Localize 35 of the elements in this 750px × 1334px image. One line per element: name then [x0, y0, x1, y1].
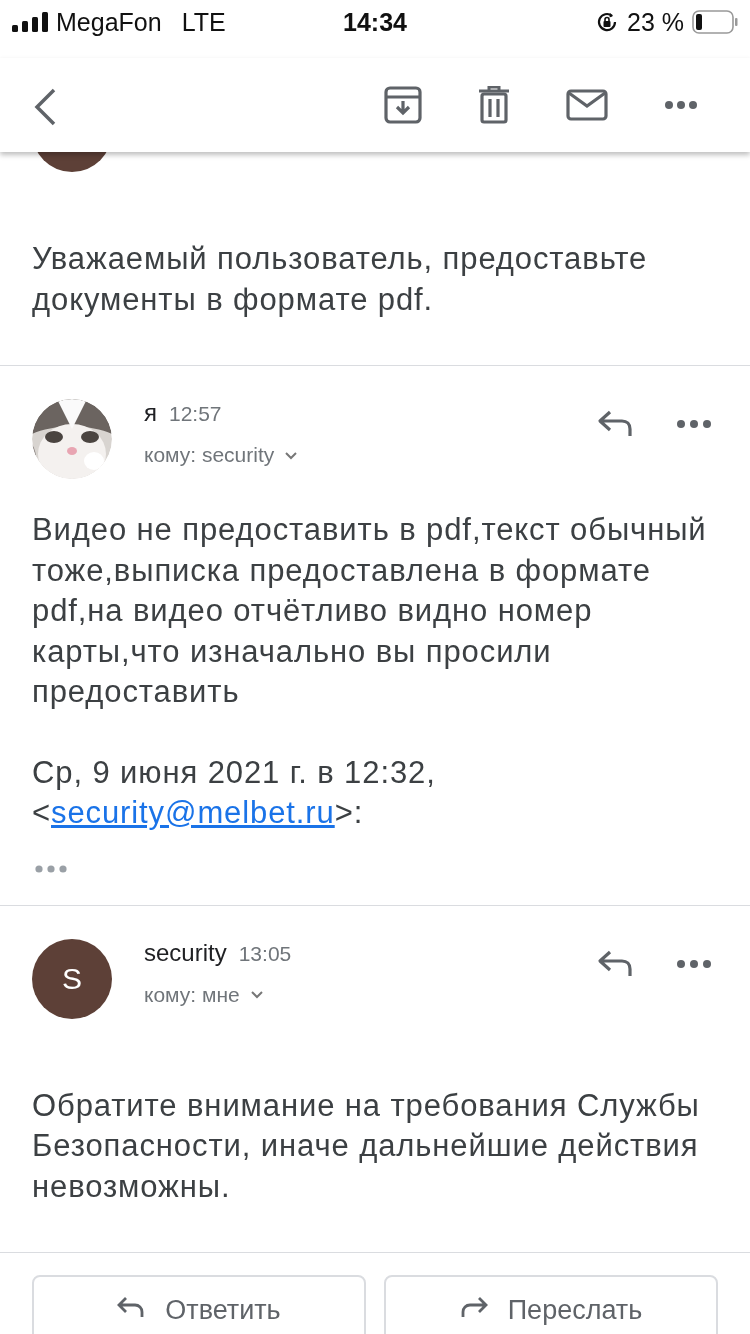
quote-sender: < — [32, 795, 51, 830]
message-text: Видео не предоставить в pdf,текст обычный тоже,выписка предоставлена в формате pdf,на видео отчётливо видно номер карты,что изначально вы просили предоставить — [32, 511, 708, 711]
message-time: 13:05 — [238, 941, 292, 966]
message-text: Обратите внимание на требования Службы Безопасности, иначе дальнейшие действия невозможны. — [32, 1086, 701, 1206]
network-type: LTE — [181, 7, 226, 37]
show-trimmed-icon[interactable] — [34, 863, 68, 874]
recipient-dropdown[interactable]: кому: security — [144, 443, 299, 467]
action-button[interactable]: Ответить — [32, 1275, 366, 1334]
reply-icon — [117, 1295, 146, 1319]
chevron-down-icon — [249, 990, 264, 999]
archive-icon[interactable] — [384, 86, 422, 124]
quote-sender: >: — [334, 795, 364, 830]
sender-name: я — [144, 399, 157, 427]
mail-icon[interactable] — [566, 89, 608, 121]
recipient-dropdown[interactable]: кому: мне — [144, 982, 264, 1007]
back-icon[interactable] — [32, 87, 58, 127]
carrier-name: MegaFon — [56, 7, 162, 37]
chevron-down-icon — [284, 450, 299, 460]
clock: 14:34 — [343, 7, 407, 37]
more-icon[interactable] — [664, 100, 698, 110]
signal-icon — [12, 12, 50, 32]
message-text: Уважаемый пользователь, предоставьте документы в формате pdf. — [32, 240, 649, 319]
quote-header: Ср, 9 июня 2021 г. в 12:32, — [32, 753, 437, 792]
rotation-lock-icon — [595, 10, 619, 34]
email-link[interactable]: security@melbet.ru — [51, 795, 335, 830]
forward-icon — [459, 1295, 488, 1319]
avatar: S — [32, 938, 112, 1019]
message-time: 12:57 — [169, 402, 222, 426]
sender-name: security — [144, 938, 227, 967]
battery-icon — [692, 10, 738, 34]
action-button[interactable]: Переслать — [384, 1275, 718, 1334]
more-icon[interactable] — [676, 958, 712, 969]
delete-icon[interactable] — [478, 86, 510, 124]
battery-percent: 23 % — [627, 7, 684, 37]
more-icon[interactable] — [676, 419, 712, 429]
